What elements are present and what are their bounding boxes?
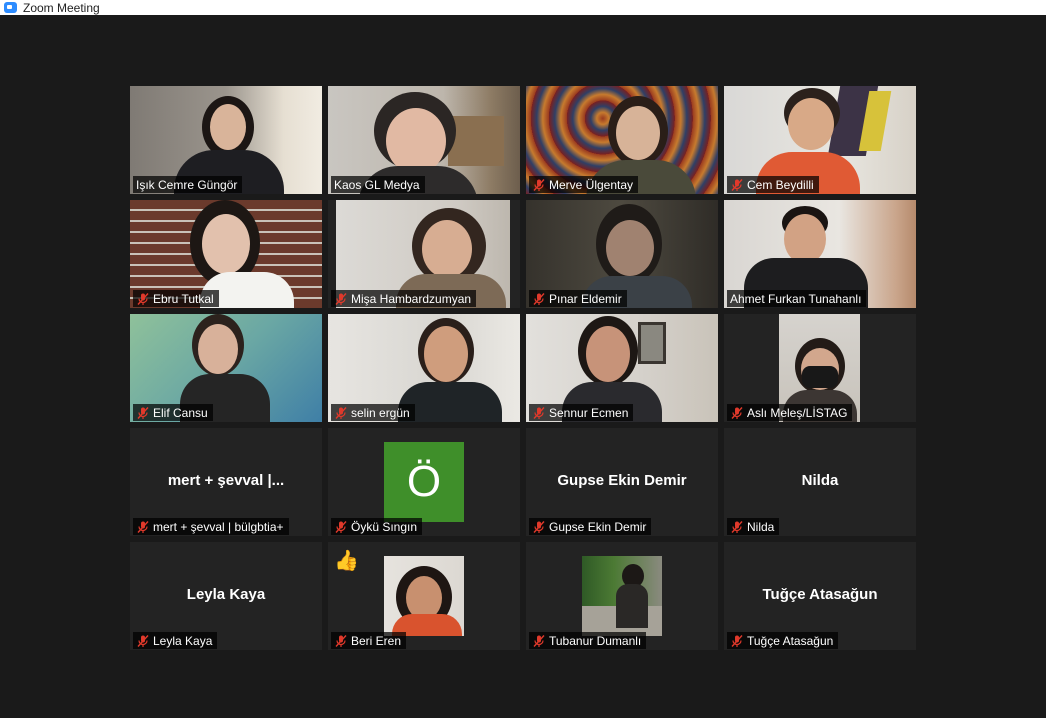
participant-tile[interactable]: Leyla Kaya Leyla Kaya <box>130 542 322 650</box>
participant-nametag: Kaos GL Medya <box>331 176 425 193</box>
participant-nametag: Cem Beydilli <box>727 176 819 193</box>
participant-tile[interactable]: Cem Beydilli <box>724 86 916 194</box>
microphone-muted-icon <box>137 292 149 305</box>
participant-nametag: Leyla Kaya <box>133 632 218 649</box>
participant-nametag: Tubanur Dumanlı <box>529 632 647 649</box>
window-title: Zoom Meeting <box>23 0 100 15</box>
participant-display-name: Gupse Ekin Demir <box>557 472 687 489</box>
participant-tile[interactable]: Ahmet Furkan Tunahanlı <box>724 200 916 308</box>
participant-display-name: mert + şevval |... <box>167 472 285 489</box>
thumbs-up-reaction-icon: 👍 <box>334 550 359 572</box>
participant-display-name: Leyla Kaya <box>186 586 266 603</box>
microphone-muted-icon <box>731 406 743 419</box>
participant-name: Tubanur Dumanlı <box>549 633 642 648</box>
microphone-muted-icon <box>731 634 743 647</box>
participant-tile[interactable]: Mişa Hambardzumyan <box>328 200 520 308</box>
participant-profile-photo <box>384 556 464 636</box>
participant-nametag: Gupse Ekin Demir <box>529 518 652 535</box>
participant-name: Öykü Sıngın <box>351 519 418 534</box>
participant-nametag: Merve Ülgentay <box>529 176 639 193</box>
participant-name: Ebru Tutkal <box>153 291 214 306</box>
participant-nametag: Tuğçe Atasağun <box>727 632 839 649</box>
participant-name: Merve Ülgentay <box>549 177 634 192</box>
participant-name: Cem Beydilli <box>747 177 814 192</box>
participant-tile[interactable]: Elif Cansu <box>130 314 322 422</box>
microphone-muted-icon <box>533 178 545 191</box>
zoom-logo-icon <box>4 2 17 13</box>
participant-nametag: mert + şevval | bülgbtia+ <box>133 518 289 535</box>
participant-tile[interactable]: Aslı Meleş/LİSTAG <box>724 314 916 422</box>
microphone-muted-icon <box>533 406 545 419</box>
participant-name: Elif Cansu <box>153 405 208 420</box>
participant-nametag: Pınar Eldemir <box>529 290 627 307</box>
participant-nametag: selin ergün <box>331 404 415 421</box>
participant-name: Leyla Kaya <box>153 633 213 648</box>
participant-name: Kaos GL Medya <box>334 177 420 192</box>
participant-nametag: Elif Cansu <box>133 404 213 421</box>
participant-avatar-letter: Ö <box>384 442 464 522</box>
participant-nametag: Ahmet Furkan Tunahanlı <box>727 290 867 307</box>
microphone-muted-icon <box>533 292 545 305</box>
participant-nametag: Ebru Tutkal <box>133 290 219 307</box>
participant-nametag: Beri Eren <box>331 632 407 649</box>
participant-tile[interactable]: Ebru Tutkal <box>130 200 322 308</box>
participant-nametag: Nilda <box>727 518 780 535</box>
microphone-muted-icon <box>335 520 347 533</box>
microphone-muted-icon <box>335 406 347 419</box>
microphone-muted-icon <box>335 292 347 305</box>
participant-tile[interactable]: Gupse Ekin Demir Gupse Ekin Demir <box>526 428 718 536</box>
participant-profile-photo <box>582 556 662 636</box>
participant-tile[interactable]: Tuğçe Atasağun Tuğçe Atasağun <box>724 542 916 650</box>
participant-name: Beri Eren <box>351 633 402 648</box>
participant-nametag: Öykü Sıngın <box>331 518 423 535</box>
participant-tile[interactable]: Işık Cemre Güngör <box>130 86 322 194</box>
participant-tile[interactable]: Merve Ülgentay <box>526 86 718 194</box>
microphone-muted-icon <box>731 520 743 533</box>
microphone-muted-icon <box>533 520 545 533</box>
microphone-muted-icon <box>533 634 545 647</box>
participant-tile[interactable]: mert + şevval |... mert + şevval | bülgb… <box>130 428 322 536</box>
participant-display-name: Tuğçe Atasağun <box>762 586 878 603</box>
participant-nametag: Işık Cemre Güngör <box>133 176 243 193</box>
participant-name: Ahmet Furkan Tunahanlı <box>730 291 862 306</box>
title-bar: Zoom Meeting <box>0 0 1046 15</box>
microphone-muted-icon <box>137 634 149 647</box>
participant-tile[interactable]: Tubanur Dumanlı <box>526 542 718 650</box>
participant-tile[interactable]: selin ergün <box>328 314 520 422</box>
meeting-stage: Işık Cemre Güngör Kaos GL Medya Merve Ül… <box>0 15 1046 718</box>
microphone-muted-icon <box>137 406 149 419</box>
participant-name: Mişa Hambardzumyan <box>351 291 472 306</box>
participant-name: selin ergün <box>351 405 410 420</box>
microphone-muted-icon <box>335 634 347 647</box>
participant-name: mert + şevval | bülgbtia+ <box>153 519 284 534</box>
participant-tile[interactable]: Nilda Nilda <box>724 428 916 536</box>
microphone-muted-icon <box>731 178 743 191</box>
participant-tile[interactable]: Sennur Ecmen <box>526 314 718 422</box>
participant-name: Tuğçe Atasağun <box>747 633 834 648</box>
microphone-muted-icon <box>137 520 149 533</box>
gallery-grid: Işık Cemre Güngör Kaos GL Medya Merve Ül… <box>130 86 916 650</box>
participant-tile-active-speaker[interactable]: Kaos GL Medya <box>328 86 520 194</box>
participant-nametag: Mişa Hambardzumyan <box>331 290 477 307</box>
participant-tile[interactable]: Ö Öykü Sıngın <box>328 428 520 536</box>
participant-name: Nilda <box>747 519 775 534</box>
participant-nametag: Aslı Meleş/LİSTAG <box>727 404 853 421</box>
participant-name: Gupse Ekin Demir <box>549 519 647 534</box>
participant-tile[interactable]: Pınar Eldemir <box>526 200 718 308</box>
participant-name: Aslı Meleş/LİSTAG <box>747 405 848 420</box>
participant-name: Işık Cemre Güngör <box>136 177 238 192</box>
participant-tile[interactable]: 👍 Beri Eren <box>328 542 520 650</box>
participant-name: Sennur Ecmen <box>549 405 629 420</box>
participant-display-name: Nilda <box>801 472 839 489</box>
participant-nametag: Sennur Ecmen <box>529 404 634 421</box>
participant-name: Pınar Eldemir <box>549 291 622 306</box>
